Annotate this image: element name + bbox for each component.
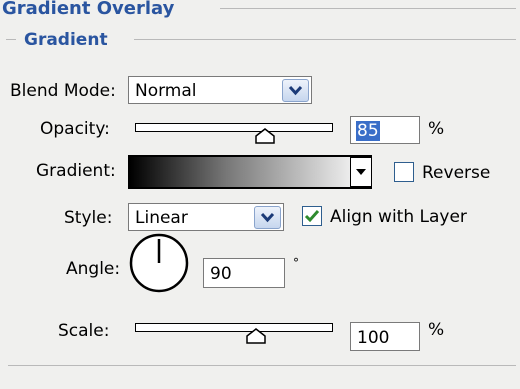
checkmark-icon <box>304 210 320 223</box>
angle-label: Angle: <box>66 259 121 279</box>
style-select[interactable]: Linear <box>128 203 284 231</box>
section-divider <box>220 8 516 9</box>
chevron-down-icon <box>260 212 275 223</box>
style-dropdown-button[interactable] <box>254 206 281 229</box>
align-with-layer-checkbox[interactable] <box>302 206 322 226</box>
blend-mode-value: Normal <box>135 81 197 101</box>
reverse-label: Reverse <box>422 163 491 183</box>
blend-mode-dropdown-button[interactable] <box>282 79 309 102</box>
opacity-value: 85 <box>356 121 380 141</box>
subsection-title: Gradient <box>24 30 108 50</box>
scale-value: 100 <box>357 328 390 348</box>
bottom-divider <box>8 365 516 366</box>
scale-input[interactable]: 100 <box>350 322 420 351</box>
chevron-down-icon <box>288 85 303 96</box>
section-title: Gradient Overlay <box>2 0 175 19</box>
opacity-slider-thumb[interactable] <box>254 128 276 144</box>
opacity-slider-track[interactable] <box>135 123 333 132</box>
angle-input[interactable]: 90 <box>203 258 285 288</box>
angle-dial[interactable] <box>128 232 190 294</box>
style-label: Style: <box>64 208 113 228</box>
scale-slider-track[interactable] <box>135 323 333 332</box>
opacity-unit: % <box>428 119 445 139</box>
scale-unit: % <box>428 320 445 340</box>
subsection-divider <box>134 39 516 40</box>
style-value: Linear <box>135 208 188 228</box>
reverse-checkbox[interactable] <box>394 162 414 182</box>
gradient-picker-dropdown-button[interactable] <box>350 157 372 187</box>
align-with-layer-label: Align with Layer <box>330 207 467 227</box>
blend-mode-select[interactable]: Normal <box>128 76 312 104</box>
triangle-down-icon <box>356 169 366 175</box>
blend-mode-label: Blend Mode: <box>10 81 116 101</box>
scale-label: Scale: <box>58 321 110 341</box>
opacity-label: Opacity: <box>40 119 110 139</box>
gradient-preview-swatch[interactable] <box>128 155 372 189</box>
opacity-input[interactable]: 85 <box>350 116 420 144</box>
scale-slider-thumb[interactable] <box>245 328 267 344</box>
degree-symbol: ° <box>293 256 299 270</box>
angle-value: 90 <box>210 264 232 284</box>
subsection-rule-left <box>6 39 16 40</box>
gradient-label: Gradient: <box>36 161 116 181</box>
